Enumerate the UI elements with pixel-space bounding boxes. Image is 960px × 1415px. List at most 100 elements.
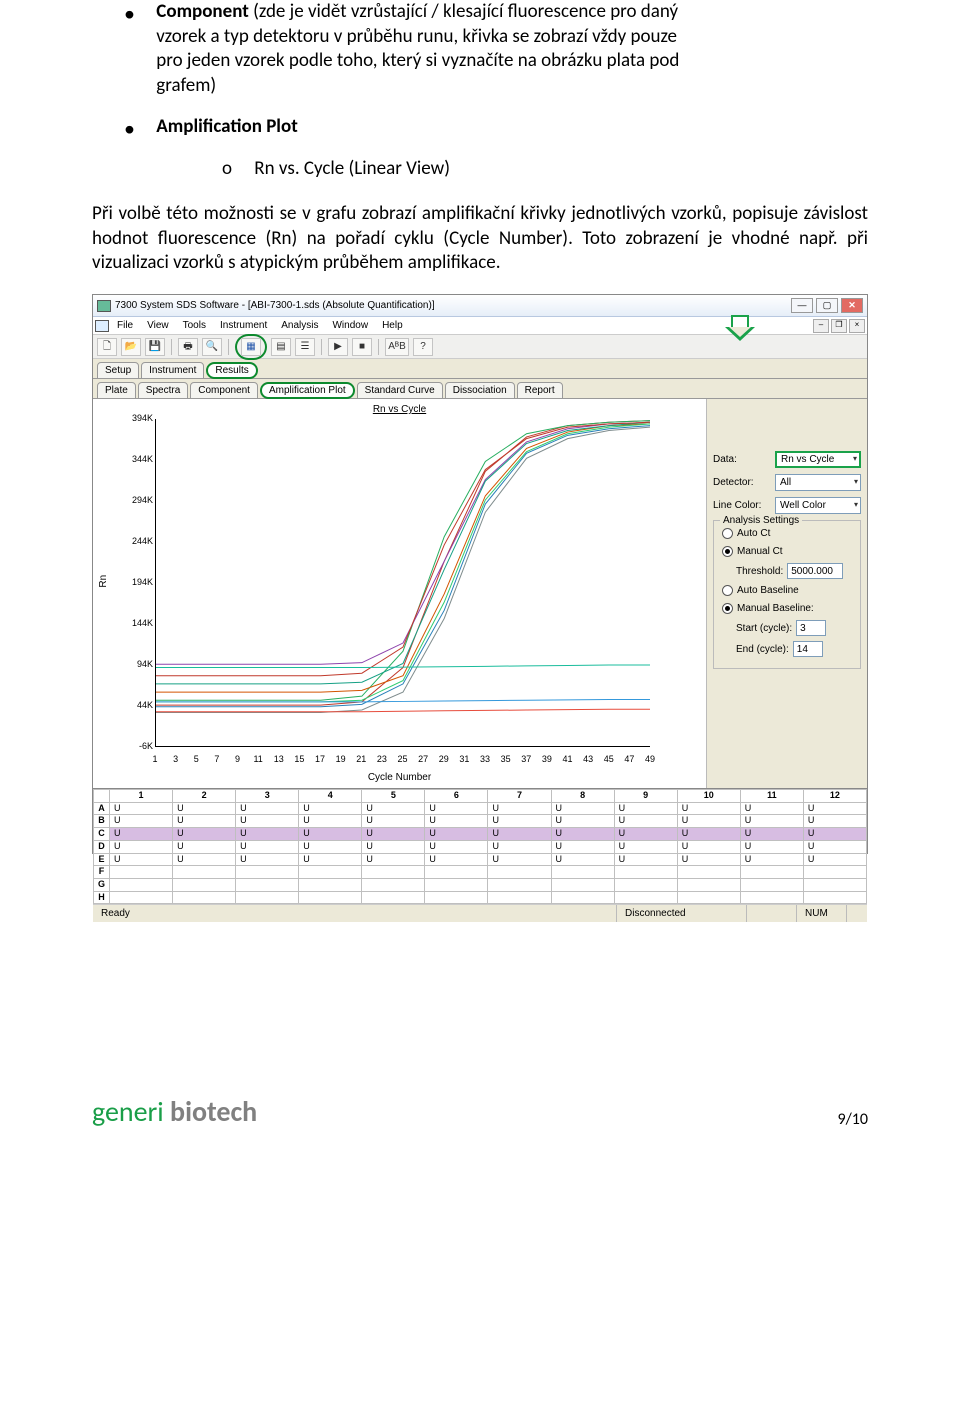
plate-well[interactable]: U	[110, 853, 173, 866]
plate-well[interactable]: U	[488, 853, 551, 866]
plate-col-header[interactable]: 7	[488, 790, 551, 803]
tab-dissociation[interactable]: Dissociation	[445, 382, 515, 399]
save-icon[interactable]: 💾	[145, 338, 165, 356]
plate-row-header[interactable]: B	[94, 815, 110, 828]
plate-well[interactable]: U	[677, 802, 740, 815]
mdi-minimize-button[interactable]: –	[813, 319, 829, 333]
plate-well[interactable]: U	[614, 802, 677, 815]
preview-icon[interactable]: 🔍	[202, 338, 222, 356]
minimize-button[interactable]: —	[791, 298, 813, 313]
plate-well[interactable]	[299, 891, 362, 904]
menu-file[interactable]: File	[111, 318, 139, 333]
tab-results[interactable]: Results	[206, 362, 257, 379]
plate-well[interactable]	[488, 866, 551, 879]
menu-instrument[interactable]: Instrument	[214, 318, 273, 333]
plate-col-header[interactable]: 4	[299, 790, 362, 803]
plate-well[interactable]: U	[740, 802, 803, 815]
tab-amp-plot[interactable]: Amplification Plot	[260, 382, 355, 399]
plate-col-header[interactable]: 2	[173, 790, 236, 803]
plate-col-header[interactable]: 1	[110, 790, 173, 803]
data-select[interactable]: Rn vs Cycle	[775, 451, 861, 468]
plate-row-header[interactable]: D	[94, 840, 110, 853]
plate-well[interactable]	[236, 878, 299, 891]
plate-well[interactable]	[803, 866, 866, 879]
plate-well[interactable]: U	[551, 802, 614, 815]
plate-well[interactable]	[362, 891, 425, 904]
plate-well[interactable]	[173, 878, 236, 891]
plate-well[interactable]: U	[740, 815, 803, 828]
plate-well[interactable]	[299, 866, 362, 879]
plate-well[interactable]: U	[110, 802, 173, 815]
plate-col-header[interactable]: 3	[236, 790, 299, 803]
plate-well[interactable]: U	[803, 853, 866, 866]
tab-component[interactable]: Component	[190, 382, 258, 399]
plate-well[interactable]	[173, 891, 236, 904]
auto-baseline-radio[interactable]	[722, 585, 733, 596]
threshold-input[interactable]: 5000.000	[787, 563, 843, 579]
plate-well[interactable]	[488, 891, 551, 904]
plate-well[interactable]	[614, 878, 677, 891]
plate-well[interactable]: U	[488, 802, 551, 815]
plate-well[interactable]: U	[236, 802, 299, 815]
tab-std-curve[interactable]: Standard Curve	[357, 382, 443, 399]
tab-setup[interactable]: Setup	[97, 362, 139, 379]
plate-well[interactable]	[362, 878, 425, 891]
plate-well[interactable]: U	[614, 815, 677, 828]
plate-well[interactable]	[803, 891, 866, 904]
menu-help[interactable]: Help	[376, 318, 409, 333]
plate-col-header[interactable]: 12	[803, 790, 866, 803]
plate-well[interactable]: U	[803, 840, 866, 853]
plate-well[interactable]	[299, 878, 362, 891]
plate-well[interactable]	[740, 878, 803, 891]
plate-well[interactable]: U	[803, 815, 866, 828]
menu-analysis[interactable]: Analysis	[275, 318, 324, 333]
help-icon[interactable]: ?	[413, 338, 433, 356]
plate-well[interactable]: U	[299, 815, 362, 828]
line-color-select[interactable]: Well Color	[775, 497, 861, 514]
plate-col-header[interactable]: 5	[362, 790, 425, 803]
plate-well[interactable]: U	[299, 802, 362, 815]
plate-well[interactable]: U	[803, 828, 866, 841]
plate-well[interactable]	[362, 866, 425, 879]
plate-well[interactable]: U	[614, 840, 677, 853]
plate-well[interactable]: U	[362, 853, 425, 866]
end-cycle-input[interactable]: 14	[793, 641, 823, 657]
open-icon[interactable]: 📂	[121, 338, 141, 356]
plate-col-header[interactable]: 6	[425, 790, 488, 803]
plate-well[interactable]	[677, 866, 740, 879]
plate-well[interactable]: U	[236, 815, 299, 828]
plate-well[interactable]: U	[551, 815, 614, 828]
plate-row-header[interactable]: F	[94, 866, 110, 879]
plate-well[interactable]: U	[677, 853, 740, 866]
plate-well[interactable]: U	[551, 840, 614, 853]
plate-well[interactable]	[740, 891, 803, 904]
plate-row-header[interactable]: H	[94, 891, 110, 904]
plate-well[interactable]	[551, 891, 614, 904]
plate-well[interactable]	[110, 866, 173, 879]
new-icon[interactable]: 🗋	[97, 338, 117, 356]
plate-well[interactable]: U	[362, 828, 425, 841]
plate-well[interactable]	[677, 878, 740, 891]
list-icon[interactable]: ☰	[295, 338, 315, 356]
plate-well[interactable]	[236, 891, 299, 904]
plate-well[interactable]: U	[488, 840, 551, 853]
plate-well[interactable]: U	[425, 853, 488, 866]
plate-icon[interactable]: ▦	[241, 338, 261, 356]
mdi-restore-button[interactable]: ❐	[831, 319, 847, 333]
run-icon[interactable]: ▶	[328, 338, 348, 356]
plate-well[interactable]: U	[740, 853, 803, 866]
plate-well[interactable]: U	[740, 840, 803, 853]
plate-well[interactable]	[425, 878, 488, 891]
plate-well[interactable]	[425, 866, 488, 879]
plate-well[interactable]: U	[803, 802, 866, 815]
stop-icon[interactable]: ■	[352, 338, 372, 356]
plate-col-header[interactable]: 8	[551, 790, 614, 803]
plate-row-header[interactable]: E	[94, 853, 110, 866]
plate-well[interactable]: U	[677, 840, 740, 853]
print-icon[interactable]: 🖶	[178, 338, 198, 356]
mdi-close-button[interactable]: ×	[849, 319, 865, 333]
plate-col-header[interactable]: 9	[614, 790, 677, 803]
plate-well[interactable]: U	[173, 802, 236, 815]
menu-window[interactable]: Window	[326, 318, 374, 333]
plate-well[interactable]: U	[236, 828, 299, 841]
